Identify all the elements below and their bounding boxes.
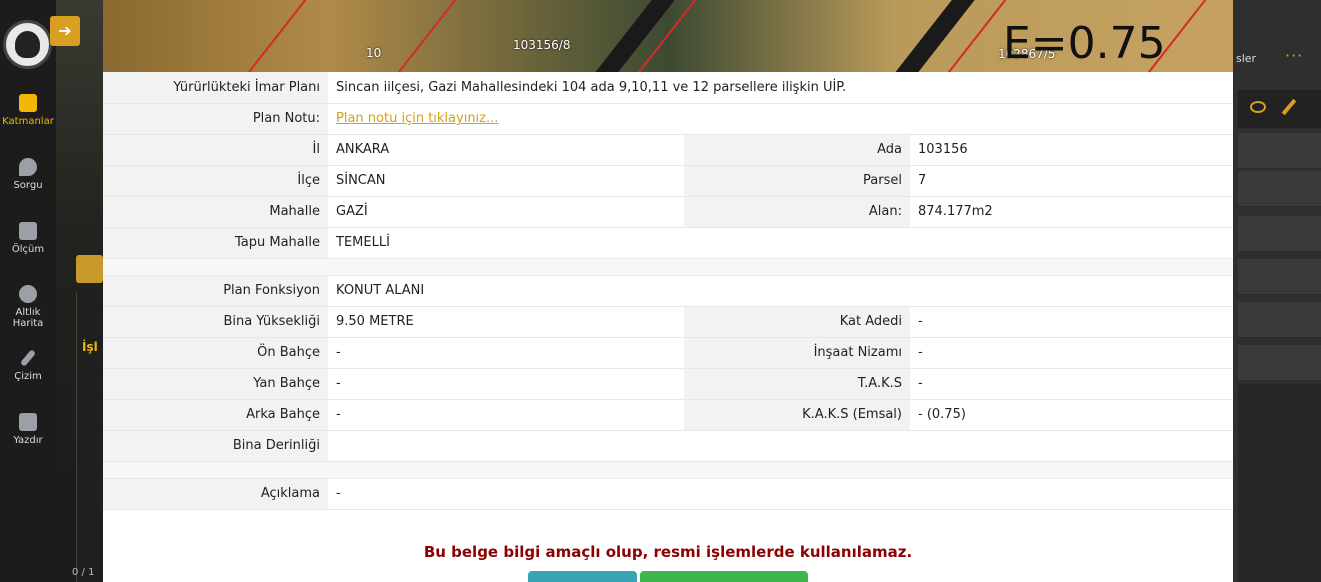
table-row: Bina Yüksekliği 9.50 METRE Kat Adedi - [103, 306, 1233, 338]
table-row: Ön Bahçe - İnşaat Nizamı - [103, 337, 1233, 369]
il-value: ANKARA [328, 134, 684, 166]
plan-notu-label: Plan Notu: [103, 103, 328, 135]
tool-draw[interactable]: Çizim [0, 349, 56, 382]
yan-bahce-label: Yan Bahçe [103, 368, 328, 400]
kaks-value: - (0.75) [910, 399, 1233, 431]
table-row: Plan Fonksiyon KONUT ALANI [103, 275, 1233, 307]
left-panel-count: 0 / 1 [72, 567, 95, 578]
kat-adedi-label: Kat Adedi [684, 306, 910, 338]
aciklama-label: Açıklama [103, 478, 328, 510]
ada-value: 103156 [910, 134, 1233, 166]
arka-bahce-label: Arka Bahçe [103, 399, 328, 431]
pencil-icon [19, 349, 37, 367]
left-toolbar: Katmanlar Sorgu Ölçüm Altlık Harita Çizi… [0, 0, 56, 582]
bina-yuksekligi-value: 9.50 METRE [328, 306, 684, 338]
right-panel-row[interactable] [1238, 259, 1321, 295]
map-emsal-text: E=0.75 [1003, 18, 1166, 69]
action-button[interactable] [528, 571, 637, 582]
right-panel-row[interactable] [1238, 302, 1321, 338]
alan-label: Alan: [684, 196, 910, 228]
ilce-value: SİNCAN [328, 165, 684, 197]
table-row: Tapu Mahalle TEMELLİ [103, 227, 1233, 259]
left-panel [76, 292, 103, 582]
tool-basemap[interactable]: Altlık Harita [0, 285, 56, 329]
parcel-info-table: Yürürlükteki İmar Planı Sincan iilçesi, … [103, 72, 1233, 510]
right-panel-row[interactable] [1238, 171, 1321, 207]
eye-icon[interactable] [1250, 101, 1266, 113]
action-button[interactable] [640, 571, 808, 582]
bina-yuksekligi-label: Bina Yüksekliği [103, 306, 328, 338]
map-edge-number: 10 [366, 46, 382, 60]
plan-notu-link[interactable]: Plan notu için tıklayınız... [336, 111, 498, 126]
right-panel-row[interactable] [1238, 345, 1321, 381]
printer-icon [19, 413, 37, 431]
disclaimer-text: Bu belge bilgi amaçlı olup, resmi işleml… [423, 543, 913, 561]
basemap-icon [19, 285, 37, 303]
table-row: Plan Notu: Plan notu için tıklayınız... [103, 103, 1233, 135]
left-panel-tab[interactable] [76, 255, 103, 283]
il-label: İl [103, 134, 328, 166]
insaat-nizami-value: - [910, 337, 1233, 369]
table-row: Bina Derinliği [103, 430, 1233, 462]
parsel-label: Parsel [684, 165, 910, 197]
table-spacer [103, 461, 1233, 479]
table-row: Yan Bahçe - T.A.K.S - [103, 368, 1233, 400]
tool-measure[interactable]: Ölçüm [0, 222, 56, 255]
plan-fonksiyon-label: Plan Fonksiyon [103, 275, 328, 307]
tool-layers[interactable]: Katmanlar [0, 94, 56, 127]
table-row: Arka Bahçe - K.A.K.S (Emsal) - (0.75) [103, 399, 1233, 431]
table-row: İlçe SİNCAN Parsel 7 [103, 165, 1233, 197]
mahalle-label: Mahalle [103, 196, 328, 228]
ruler-icon [19, 222, 37, 240]
plan-fonksiyon-value: KONUT ALANI [328, 275, 1233, 307]
kaks-label: K.A.K.S (Emsal) [684, 399, 910, 431]
bina-derinligi-label: Bina Derinliği [103, 430, 328, 462]
on-bahce-value: - [328, 337, 684, 369]
alan-value: 874.177m2 [910, 196, 1233, 228]
table-row: Yürürlükteki İmar Planı Sincan iilçesi, … [103, 72, 1233, 104]
taks-value: - [910, 368, 1233, 400]
on-bahce-label: Ön Bahçe [103, 337, 328, 369]
tool-print[interactable]: Yazdır [0, 413, 56, 446]
imar-plani-value: Sincan iilçesi, Gazi Mahallesindeki 104 … [328, 72, 1233, 104]
right-panel-lower [1238, 384, 1321, 582]
tapu-mahalle-value: TEMELLİ [328, 227, 1233, 259]
table-row: İl ANKARA Ada 103156 [103, 134, 1233, 166]
parcel-info-sheet: Yürürlükteki İmar Planı Sincan iilçesi, … [103, 72, 1233, 582]
tapu-mahalle-label: Tapu Mahalle [103, 227, 328, 259]
parsel-value: 7 [910, 165, 1233, 197]
layers-icon [19, 94, 37, 112]
taks-label: T.A.K.S [684, 368, 910, 400]
right-panel-row[interactable] [1238, 216, 1321, 252]
more-options-icon[interactable]: ··· [1285, 46, 1303, 65]
right-panel-title: sler [1236, 52, 1257, 65]
arka-bahce-value: - [328, 399, 684, 431]
table-spacer [103, 258, 1233, 276]
map-parcel-label: 103156/8 [513, 38, 571, 52]
imar-plani-label: Yürürlükteki İmar Planı [103, 72, 328, 104]
kat-adedi-value: - [910, 306, 1233, 338]
table-row: Mahalle GAZİ Alan: 874.177m2 [103, 196, 1233, 228]
insaat-nizami-label: İnşaat Nizamı [684, 337, 910, 369]
ada-label: Ada [684, 134, 910, 166]
parcel-map-image: 10 103156/8 102867/5 E=0.75 [103, 0, 1233, 72]
left-panel-title: İşl [82, 340, 98, 354]
location-pin-icon [19, 158, 37, 176]
ilce-label: İlçe [103, 165, 328, 197]
municipality-logo [3, 20, 52, 69]
aciklama-value: - [328, 478, 1233, 510]
yan-bahce-value: - [328, 368, 684, 400]
tool-query[interactable]: Sorgu [0, 158, 56, 191]
right-panel-row[interactable] [1238, 133, 1321, 169]
arrow-right-icon: ➔ [58, 21, 72, 40]
expand-panel-button[interactable]: ➔ [50, 16, 80, 46]
table-row: Açıklama - [103, 478, 1233, 510]
mahalle-value: GAZİ [328, 196, 684, 228]
bina-derinligi-value [328, 430, 1233, 462]
